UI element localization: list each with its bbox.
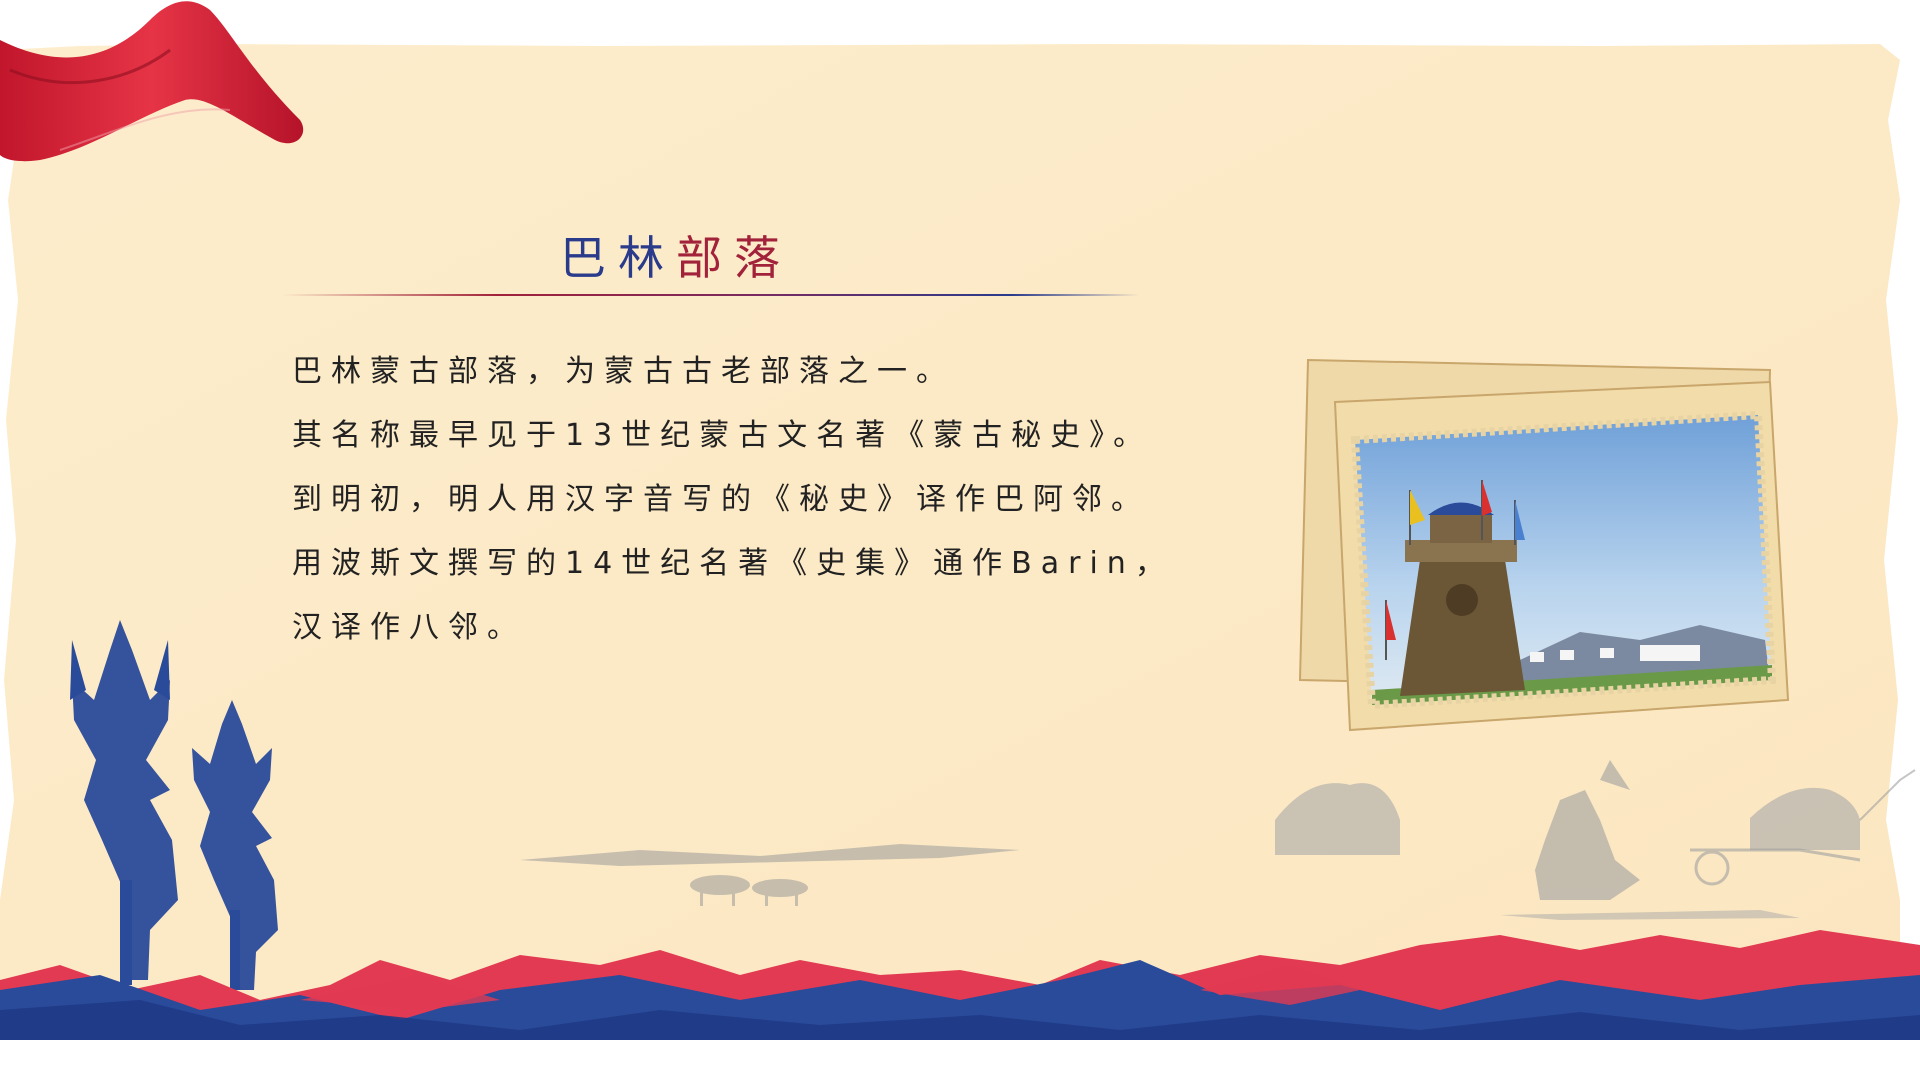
body-text: 巴林蒙古部落，为蒙古古老部落之一。 其名称最早见于13世纪蒙古文名著《蒙古秘史》… — [292, 340, 1192, 660]
photo-frame — [1298, 358, 1790, 732]
title-part-red: 部落 — [676, 231, 792, 285]
page-title: 巴林部落 — [560, 222, 792, 288]
paragraph-line: 其名称最早见于13世纪蒙古文名著《蒙古秘史》。 — [292, 418, 1153, 453]
title-divider — [282, 294, 1140, 296]
paragraph-line: 用波斯文撰写的14世纪名著《史集》通作Barin， — [292, 546, 1174, 581]
title-part-blue: 巴林 — [560, 231, 676, 285]
paragraph-line: 到明初，明人用汉字音写的《秘史》译作巴阿邻。 — [292, 482, 1150, 517]
paragraph-line: 巴林蒙古部落，为蒙古古老部落之一。 — [292, 354, 955, 389]
paragraph-line: 汉译作八邻。 — [292, 610, 526, 645]
slide: 巴林部落 巴林蒙古部落，为蒙古古老部落之一。 其名称最早见于13世纪蒙古文名著《… — [0, 0, 1920, 1085]
